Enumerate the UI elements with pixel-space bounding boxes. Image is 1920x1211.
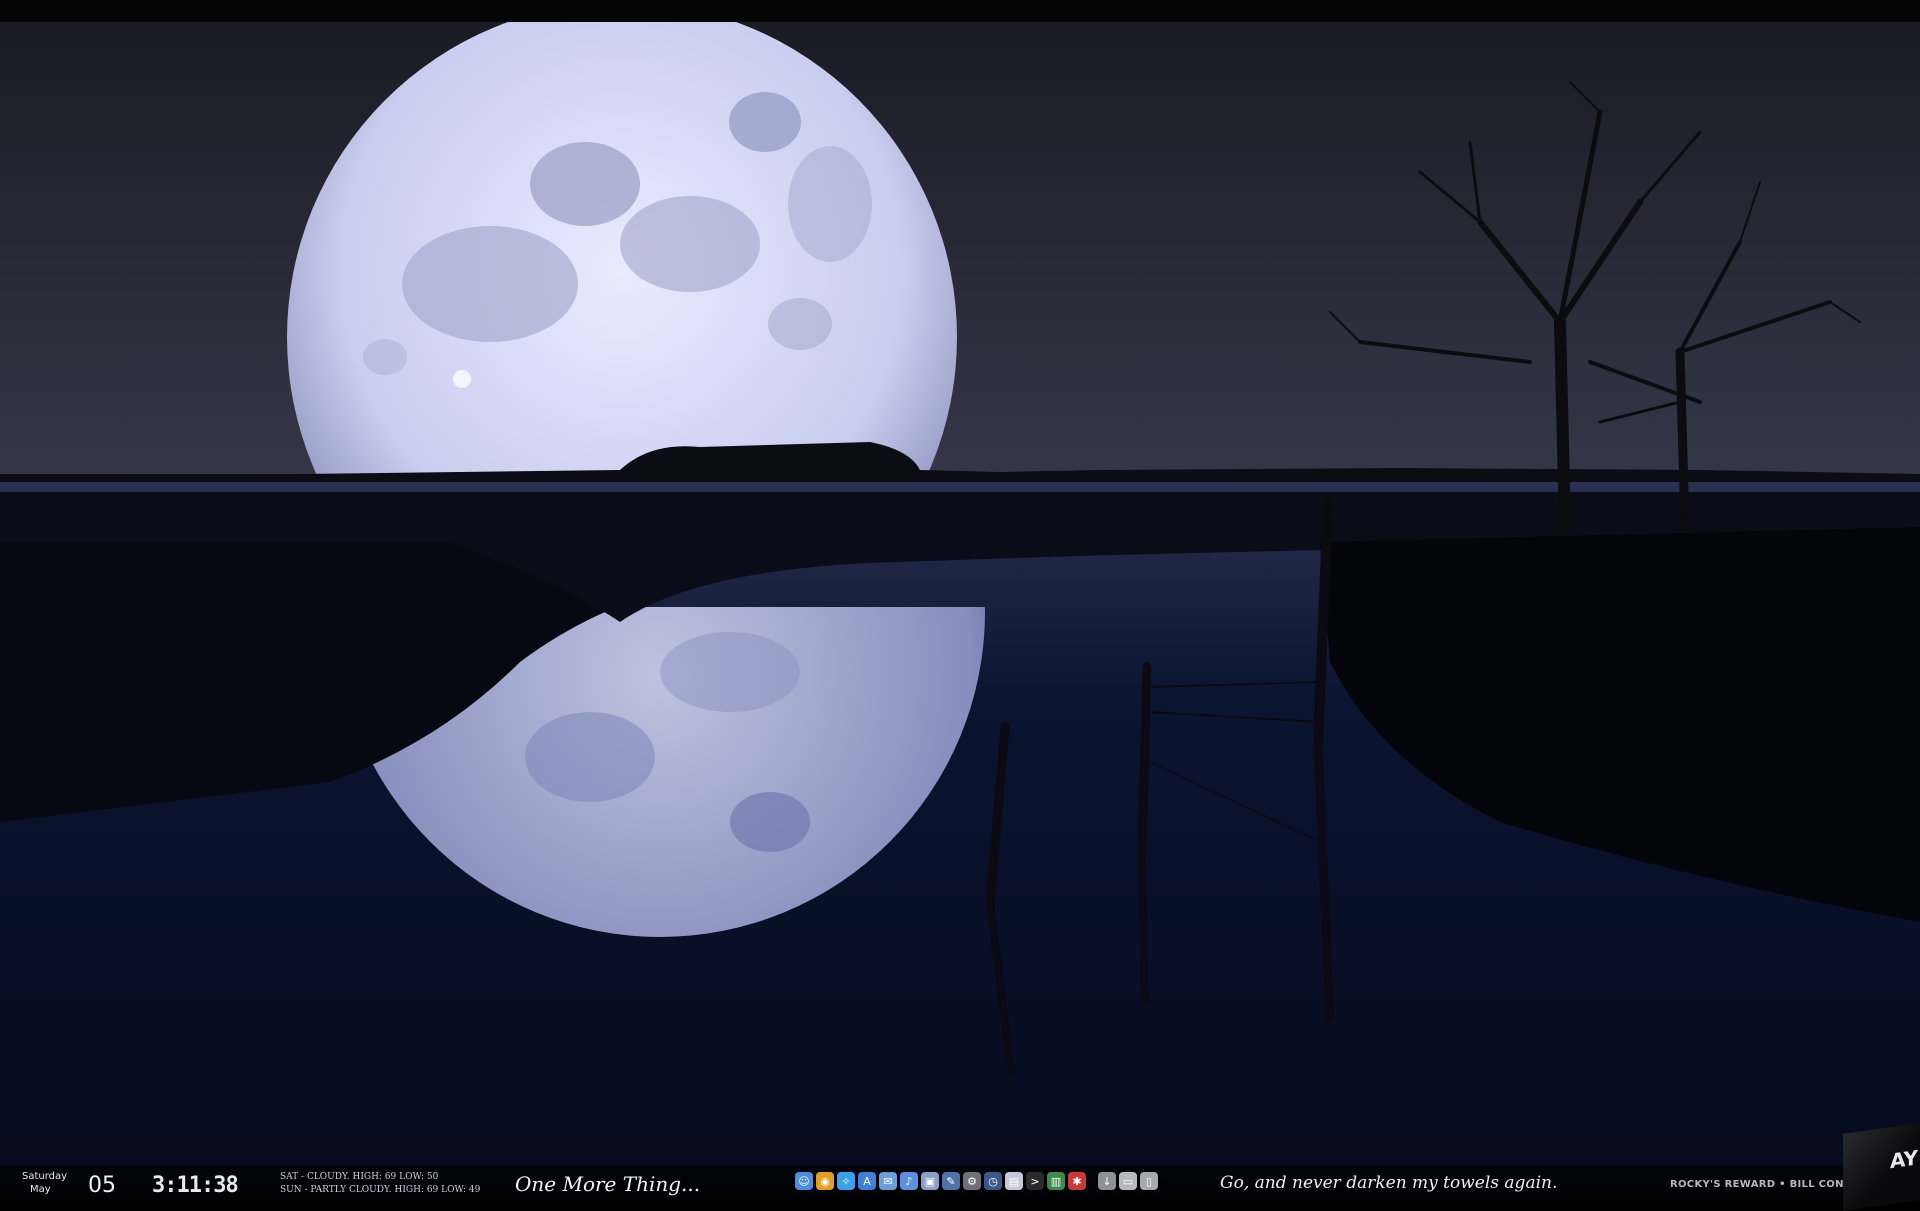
documents-icon[interactable]: ▭ bbox=[1119, 1172, 1137, 1190]
date-day-name: Saturday bbox=[22, 1171, 68, 1182]
dock: ☺ ◉ ✧ A ✉ ♪ ▣ ✎ ⚙ ◷ ▤ > ▥ ✱ ↓ ▭ ▯ bbox=[795, 1170, 1158, 1192]
activity-monitor-icon[interactable]: ▥ bbox=[1047, 1172, 1065, 1190]
weather-forecast-line-1: SAT - CLOUDY. HIGH: 69 LOW: 50 bbox=[280, 1172, 439, 1182]
tagline: One More Thing... bbox=[515, 1172, 701, 1196]
album-art-text: AY bbox=[1889, 1145, 1918, 1174]
finder-icon[interactable]: ☺ bbox=[795, 1172, 813, 1190]
trash-icon[interactable]: ▯ bbox=[1140, 1172, 1158, 1190]
utility-icon[interactable]: ✎ bbox=[942, 1172, 960, 1190]
weather-forecast-line-2: SUN - PARTLY CLOUDY. HIGH: 69 LOW: 49 bbox=[280, 1185, 481, 1195]
chrome-icon[interactable]: ◉ bbox=[816, 1172, 834, 1190]
torrent-icon[interactable]: ✱ bbox=[1068, 1172, 1086, 1190]
safari-icon[interactable]: ✧ bbox=[837, 1172, 855, 1190]
photos-icon[interactable]: ▤ bbox=[1005, 1172, 1023, 1190]
menu-bar bbox=[0, 0, 1920, 22]
itunes-icon[interactable]: ♪ bbox=[900, 1172, 918, 1190]
clock-time: 3:11:38 bbox=[152, 1173, 239, 1198]
album-art[interactable]: AY bbox=[1843, 1123, 1920, 1211]
system-preferences-icon[interactable]: ⚙ bbox=[963, 1172, 981, 1190]
date-day-number: 05 bbox=[88, 1173, 116, 1198]
desktop-wallpaper bbox=[0, 22, 1920, 1200]
date-month: May bbox=[30, 1184, 51, 1195]
terminal-icon[interactable]: > bbox=[1026, 1172, 1044, 1190]
mail-icon[interactable]: ✉ bbox=[879, 1172, 897, 1190]
quote: Go, and never darken my towels again. bbox=[1220, 1173, 1558, 1193]
now-playing-track: ROCKY'S REWARD • BILL CONTI bbox=[1670, 1179, 1855, 1190]
time-machine-icon[interactable]: ◷ bbox=[984, 1172, 1002, 1190]
app-store-icon[interactable]: A bbox=[858, 1172, 876, 1190]
preview-icon[interactable]: ▣ bbox=[921, 1172, 939, 1190]
downloads-icon[interactable]: ↓ bbox=[1098, 1172, 1116, 1190]
